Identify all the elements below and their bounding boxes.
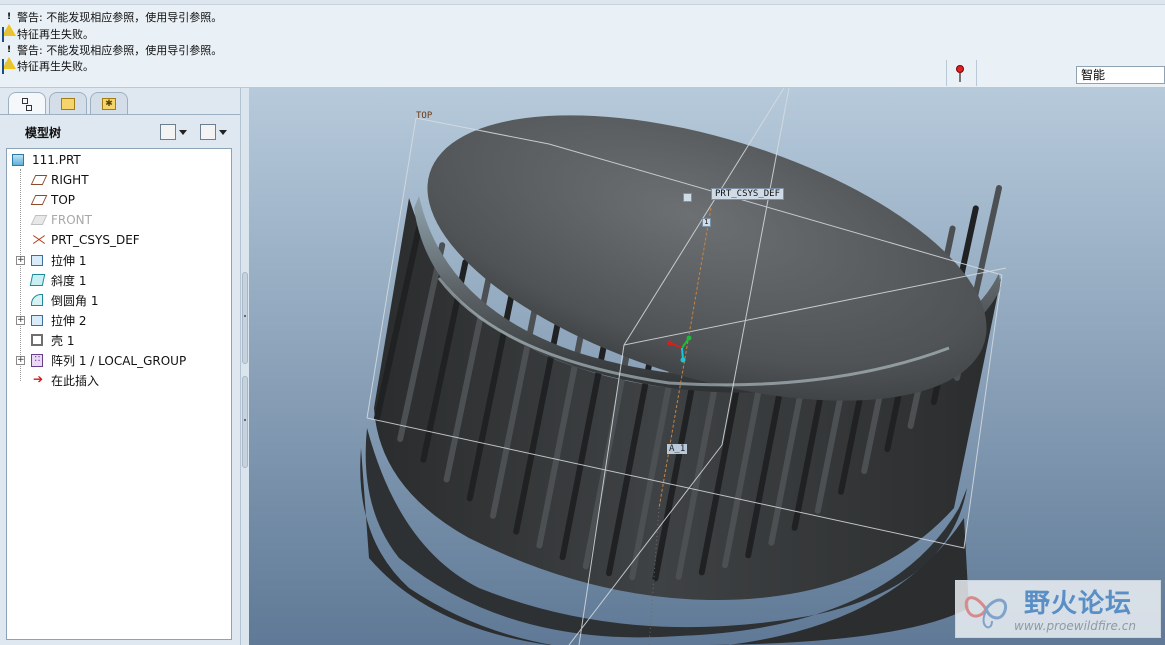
tree-item-label: FRONT	[51, 213, 92, 227]
tree-item-label: RIGHT	[51, 173, 89, 187]
tree-tools-button[interactable]	[160, 122, 187, 142]
feature-failed-icon	[2, 27, 15, 42]
tab-favorites[interactable]: ✱	[90, 92, 128, 114]
message-text: 特征再生失败。	[17, 28, 94, 41]
datum-plane-icon	[30, 215, 48, 225]
tree-item-label: 拉伸 1	[51, 253, 87, 268]
coordinate-system-icon	[31, 233, 47, 247]
tree-root[interactable]: 111.PRT	[12, 151, 81, 169]
folder-browser-icon	[61, 97, 75, 110]
annotation-label[interactable]: A_1	[667, 444, 688, 454]
separator	[946, 60, 947, 86]
draft-icon	[29, 274, 46, 286]
tree-settings-button[interactable]	[200, 122, 227, 142]
tree-guide-line	[20, 169, 21, 381]
panel-splitter[interactable]	[240, 88, 249, 645]
list-settings-icon	[200, 124, 216, 140]
tree-item-prt-csys-def[interactable]: PRT_CSYS_DEF	[31, 231, 140, 249]
datum-plane-icon	[30, 175, 48, 185]
tree-root-label: 111.PRT	[32, 153, 81, 167]
splitter-grip[interactable]	[242, 376, 248, 468]
feature-failed-icon	[2, 59, 15, 74]
tree-item-round-1[interactable]: 倒圆角 1	[31, 291, 98, 309]
message-line: 特征再生失败。	[2, 26, 94, 42]
tree-item-label: 壳 1	[51, 333, 75, 348]
tree-item-pattern-1[interactable]: 阵列 1 / LOCAL_GROUP	[31, 351, 186, 369]
chevron-down-icon	[219, 129, 227, 135]
favorites-icon: ✱	[102, 97, 116, 110]
graphics-window[interactable]: TOP PRT_CSYS_DEF 1 A_1	[249, 88, 1165, 645]
expand-icon[interactable]: +	[16, 256, 25, 265]
tree-item-label: 斜度 1	[51, 273, 87, 288]
tree-item-label: 在此插入	[51, 373, 100, 388]
part-icon	[12, 154, 24, 166]
navigator-panel: ✱ 模型树 111.PRT RIGHT TOP FRONT PRT_CSYS_D…	[0, 88, 240, 645]
tree-item-label: 倒圆角 1	[51, 293, 99, 308]
message-text: 特征再生失败。	[17, 60, 94, 73]
toolbar-strip	[0, 0, 1165, 5]
watermark-url: www.proewildfire.cn	[1014, 619, 1136, 633]
tree-item-top[interactable]: TOP	[30, 191, 76, 209]
tree-item-extrude-2[interactable]: 拉伸 2	[31, 311, 86, 329]
tree-item-shell-1[interactable]: 壳 1	[31, 331, 74, 349]
extrude-icon	[31, 254, 43, 266]
butterfly-logo-icon	[964, 596, 1007, 629]
expand-icon[interactable]: +	[16, 316, 25, 325]
round-icon	[31, 294, 43, 306]
pattern-icon	[31, 353, 43, 367]
extrude-icon	[31, 314, 43, 326]
tree-item-label: 拉伸 2	[51, 313, 87, 328]
tree-item-right[interactable]: RIGHT	[30, 171, 89, 189]
tree-item-front[interactable]: FRONT	[30, 211, 92, 229]
watermark-title: 野火论坛	[1024, 589, 1133, 619]
datum-plane-icon	[30, 195, 48, 205]
tab-model-tree[interactable]	[8, 92, 46, 115]
selection-filter-dropdown[interactable]: 智能	[1076, 66, 1165, 84]
message-text: 警告: 不能发现相应参照，使用导引参照。	[17, 11, 223, 24]
datum-plane-label[interactable]: TOP	[416, 111, 432, 121]
shell-icon	[31, 334, 43, 346]
tree-item-draft-1[interactable]: 斜度 1	[29, 271, 87, 289]
tree-item-label: PRT_CSYS_DEF	[51, 233, 140, 247]
splitter-grip[interactable]	[242, 272, 248, 364]
axis-tag[interactable]: 1	[702, 218, 711, 227]
message-line: 警告: 不能发现相应参照，使用导引参照。	[2, 42, 223, 69]
tab-divider	[0, 114, 240, 115]
forum-watermark: 野火论坛 www.proewildfire.cn	[955, 580, 1161, 638]
datum-tag[interactable]	[683, 193, 692, 202]
tree-item-extrude-1[interactable]: 拉伸 1	[31, 251, 86, 269]
separator	[976, 60, 977, 86]
panel-title: 模型树	[25, 126, 62, 140]
hammer-icon	[160, 124, 176, 140]
tree-item-insert-here[interactable]: 在此插入	[31, 371, 99, 389]
expand-icon[interactable]: +	[16, 356, 25, 365]
warning-icon	[2, 44, 16, 69]
insert-here-icon	[31, 372, 47, 387]
warning-icon	[2, 11, 16, 36]
tree-item-label: 阵列 1 / LOCAL_GROUP	[51, 353, 187, 368]
message-line: 警告: 不能发现相应参照，使用导引参照。	[2, 9, 223, 36]
csys-label[interactable]: PRT_CSYS_DEF	[711, 188, 785, 200]
tab-folder-browser[interactable]	[49, 92, 87, 114]
message-text: 警告: 不能发现相应参照，使用导引参照。	[17, 44, 223, 57]
message-area: 警告: 不能发现相应参照，使用导引参照。 特征再生失败。 警告: 不能发现相应参…	[0, 0, 1165, 88]
model-tree-icon	[20, 98, 34, 111]
message-line: 特征再生失败。	[2, 58, 94, 74]
tree-item-label: TOP	[51, 193, 76, 207]
regeneration-status-light-icon[interactable]	[953, 64, 967, 84]
model-tree: 111.PRT RIGHT TOP FRONT PRT_CSYS_DEF + 拉…	[6, 148, 232, 640]
chevron-down-icon	[179, 129, 187, 135]
model-canvas[interactable]	[249, 88, 1165, 645]
